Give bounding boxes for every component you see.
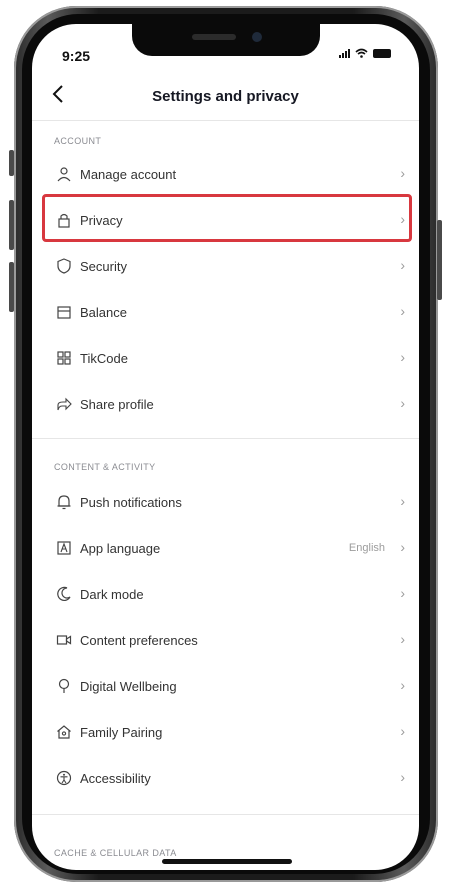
- settings-row-label: Content preferences: [80, 633, 198, 648]
- wellbeing-icon: [58, 678, 70, 693]
- phone-screen: 9:25 Settings and privacy ACCOUNT Manage…: [32, 24, 419, 870]
- settings-row-label: Security: [80, 259, 127, 274]
- chevron-right-icon: ›: [400, 349, 405, 365]
- settings-row-label: Share profile: [80, 397, 154, 412]
- mute-switch: [9, 150, 14, 176]
- section-cache-cellular: CACHE & CELLULAR DATA: [54, 848, 177, 858]
- volume-down-button: [9, 262, 14, 312]
- settings-row-label: Dark mode: [80, 587, 144, 602]
- settings-row-digital-wellbeing[interactable]: Digital Wellbeing ›: [32, 664, 419, 710]
- accessibility-icon: [56, 770, 72, 786]
- settings-row-label: Accessibility: [80, 771, 151, 786]
- chevron-right-icon: ›: [400, 395, 405, 411]
- chevron-right-icon: ›: [400, 631, 405, 647]
- chevron-right-icon: ›: [400, 723, 405, 739]
- chevron-right-icon: ›: [400, 257, 405, 273]
- settings-row-tikcode[interactable]: TikCode ›: [32, 336, 419, 382]
- bell-icon: [57, 495, 71, 510]
- volume-up-button: [9, 200, 14, 250]
- signal-icon: [339, 48, 350, 58]
- settings-row-dark-mode[interactable]: Dark mode ›: [32, 572, 419, 618]
- section-account: ACCOUNT: [54, 136, 102, 146]
- settings-row-app-language[interactable]: App language English ›: [32, 526, 419, 572]
- chevron-right-icon: ›: [400, 539, 405, 555]
- chevron-right-icon: ›: [400, 493, 405, 509]
- notch: [132, 24, 320, 56]
- section-divider: [32, 814, 419, 815]
- app-language-value: English: [348, 542, 385, 554]
- video-icon: [56, 635, 72, 645]
- home-icon: [57, 725, 71, 739]
- settings-row-share-profile[interactable]: Share profile ›: [32, 382, 419, 428]
- chevron-right-icon: ›: [400, 769, 405, 785]
- section-content-activity: CONTENT & ACTIVITY: [54, 462, 156, 472]
- power-button: [437, 220, 442, 300]
- battery-icon: [373, 48, 391, 58]
- speaker: [192, 34, 236, 40]
- settings-row-content-preferences[interactable]: Content preferences ›: [32, 618, 419, 664]
- shield-icon: [57, 258, 71, 274]
- privacy-highlight-box: [42, 194, 412, 242]
- moon-icon: [57, 586, 71, 601]
- settings-row-label: TikCode: [80, 351, 128, 366]
- chevron-right-icon: ›: [400, 677, 405, 693]
- settings-row-accessibility[interactable]: Accessibility ›: [32, 756, 419, 802]
- settings-row-label: Digital Wellbeing: [80, 679, 177, 694]
- chevron-right-icon: ›: [400, 303, 405, 319]
- header: Settings and privacy: [32, 78, 419, 118]
- section-divider: [32, 438, 419, 439]
- settings-row-manage-account[interactable]: Manage account ›: [32, 152, 419, 198]
- settings-row-label: Push notifications: [80, 495, 182, 510]
- settings-row-label: App language: [80, 541, 161, 556]
- chevron-right-icon: ›: [400, 165, 405, 181]
- settings-row-label: Family Pairing: [80, 725, 163, 740]
- settings-row-label: Manage account: [80, 167, 177, 182]
- settings-row-security[interactable]: Security ›: [32, 244, 419, 290]
- chevron-right-icon: ›: [400, 585, 405, 601]
- page-title: Settings and privacy: [152, 88, 299, 105]
- qr-code-icon: [57, 351, 71, 365]
- header-divider: [32, 120, 419, 121]
- front-camera: [252, 32, 262, 42]
- wifi-icon: [355, 48, 368, 58]
- settings-row-push-notifications[interactable]: Push notifications ›: [32, 480, 419, 526]
- person-icon: [57, 167, 71, 182]
- settings-row-balance[interactable]: Balance ›: [32, 290, 419, 336]
- settings-row-label: Balance: [80, 305, 127, 320]
- settings-row-family-pairing[interactable]: Family Pairing ›: [32, 710, 419, 756]
- status-icons: [339, 48, 391, 58]
- status-time: 9:25: [62, 48, 91, 64]
- share-icon: [57, 397, 72, 411]
- home-indicator[interactable]: [162, 859, 292, 864]
- wallet-icon: [57, 306, 71, 319]
- language-icon: [57, 541, 71, 555]
